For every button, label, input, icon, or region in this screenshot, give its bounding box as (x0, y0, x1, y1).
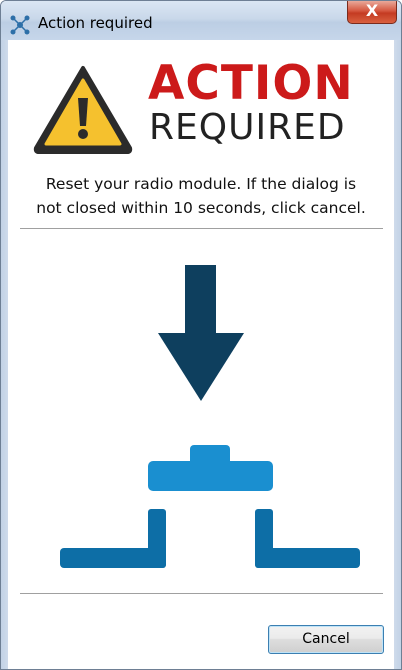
app-icon (10, 15, 30, 35)
dialog-window: Action required X ACTION REQUIRED Reset … (0, 0, 402, 670)
window-title: Action required (38, 14, 153, 32)
message-line-2: not closed within 10 seconds, click canc… (36, 199, 366, 217)
required-heading: REQUIRED (149, 107, 346, 148)
cancel-button[interactable]: Cancel (268, 625, 384, 654)
dialog-content: ACTION REQUIRED Reset your radio module.… (8, 40, 394, 669)
reset-illustration (60, 265, 360, 568)
radio-module-icon (60, 445, 360, 568)
close-button[interactable]: X (347, 1, 397, 24)
arrow-down-icon (158, 265, 244, 401)
message-line-1: Reset your radio module. If the dialog i… (45, 175, 357, 193)
instruction-message: Reset your radio module. If the dialog i… (8, 172, 394, 220)
action-heading: ACTION (148, 56, 354, 111)
close-icon: X (365, 1, 379, 20)
window-frame-left (1, 40, 8, 669)
bottom-divider (20, 593, 383, 594)
top-divider (20, 228, 383, 229)
window-frame-right (394, 40, 401, 669)
warning-triangle-icon (33, 66, 133, 154)
title-bar[interactable]: Action required X (1, 1, 401, 40)
